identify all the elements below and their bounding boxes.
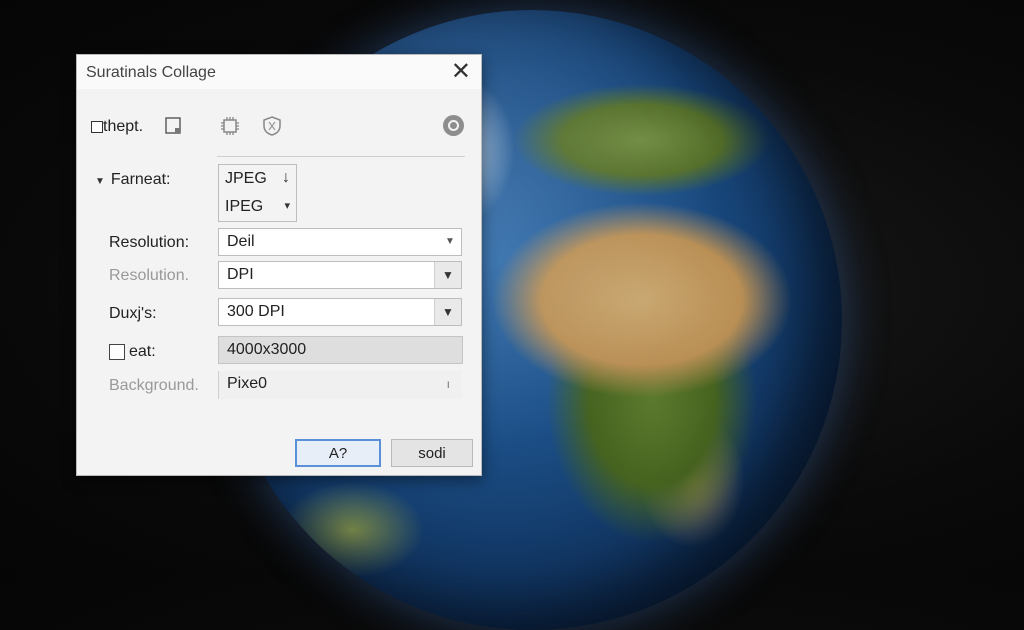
- background-label: Background.: [109, 377, 199, 394]
- divider: [217, 156, 465, 157]
- toolbar-checkbox-label: thept.: [103, 118, 144, 135]
- size-value: 4000x3000: [227, 341, 307, 358]
- chip-icon[interactable]: [219, 115, 241, 137]
- chevron-down-icon[interactable]: ▼: [434, 299, 461, 325]
- resolution-unit-label: Resolution.: [109, 267, 190, 284]
- chevron-down-icon[interactable]: ▾: [284, 199, 290, 212]
- resolution-label: Resolution:: [109, 234, 190, 251]
- format-label: ▼ Farneat:: [95, 171, 171, 188]
- resolution-unit-value: DPI: [227, 266, 254, 283]
- toolbar-checkbox[interactable]: thept.: [91, 118, 143, 136]
- checkbox-icon[interactable]: [109, 344, 125, 360]
- resolution-value: Deil: [227, 233, 255, 250]
- crop-icon[interactable]: [163, 115, 185, 137]
- scroll-marker: ı: [446, 377, 450, 391]
- background-value: Pixe0: [227, 375, 268, 392]
- down-arrow-icon[interactable]: ↓: [282, 169, 290, 187]
- checkbox-icon[interactable]: [91, 121, 103, 133]
- dialog-titlebar: Suratinals Collage ✕: [77, 55, 481, 89]
- chevron-down-icon[interactable]: ▼: [439, 229, 461, 255]
- search-icon[interactable]: [443, 115, 464, 136]
- resolution-unit-select[interactable]: DPI ▼: [218, 261, 462, 289]
- background-field[interactable]: Pixe0 ı: [218, 371, 462, 399]
- size-checkbox-label: eat:: [129, 343, 156, 360]
- dialog-title: Suratinals Collage: [86, 64, 216, 81]
- format-option-ipeg[interactable]: IPEG: [225, 198, 263, 216]
- size-checkbox[interactable]: eat:: [109, 343, 156, 361]
- dpi-select[interactable]: 300 DPI ▼: [218, 298, 462, 326]
- chevron-down-icon[interactable]: ▼: [434, 262, 461, 288]
- dpi-value: 300 DPI: [227, 303, 285, 320]
- shield-icon[interactable]: [261, 115, 283, 137]
- save-button[interactable]: sodi: [391, 439, 473, 467]
- format-select[interactable]: JPEG ↓ IPEG ▾: [218, 164, 297, 222]
- export-dialog: Suratinals Collage ✕ thept. ▼ Farneat: JP…: [76, 54, 482, 476]
- resolution-select[interactable]: Deil ▼: [218, 228, 462, 256]
- size-field[interactable]: 4000x3000: [218, 336, 463, 364]
- close-icon[interactable]: ✕: [451, 58, 471, 86]
- collapse-arrow-icon[interactable]: ▼: [95, 176, 105, 187]
- format-option-jpeg[interactable]: JPEG: [225, 170, 267, 188]
- dpi-label: Duxj's:: [109, 305, 157, 322]
- ok-button[interactable]: A?: [295, 439, 381, 467]
